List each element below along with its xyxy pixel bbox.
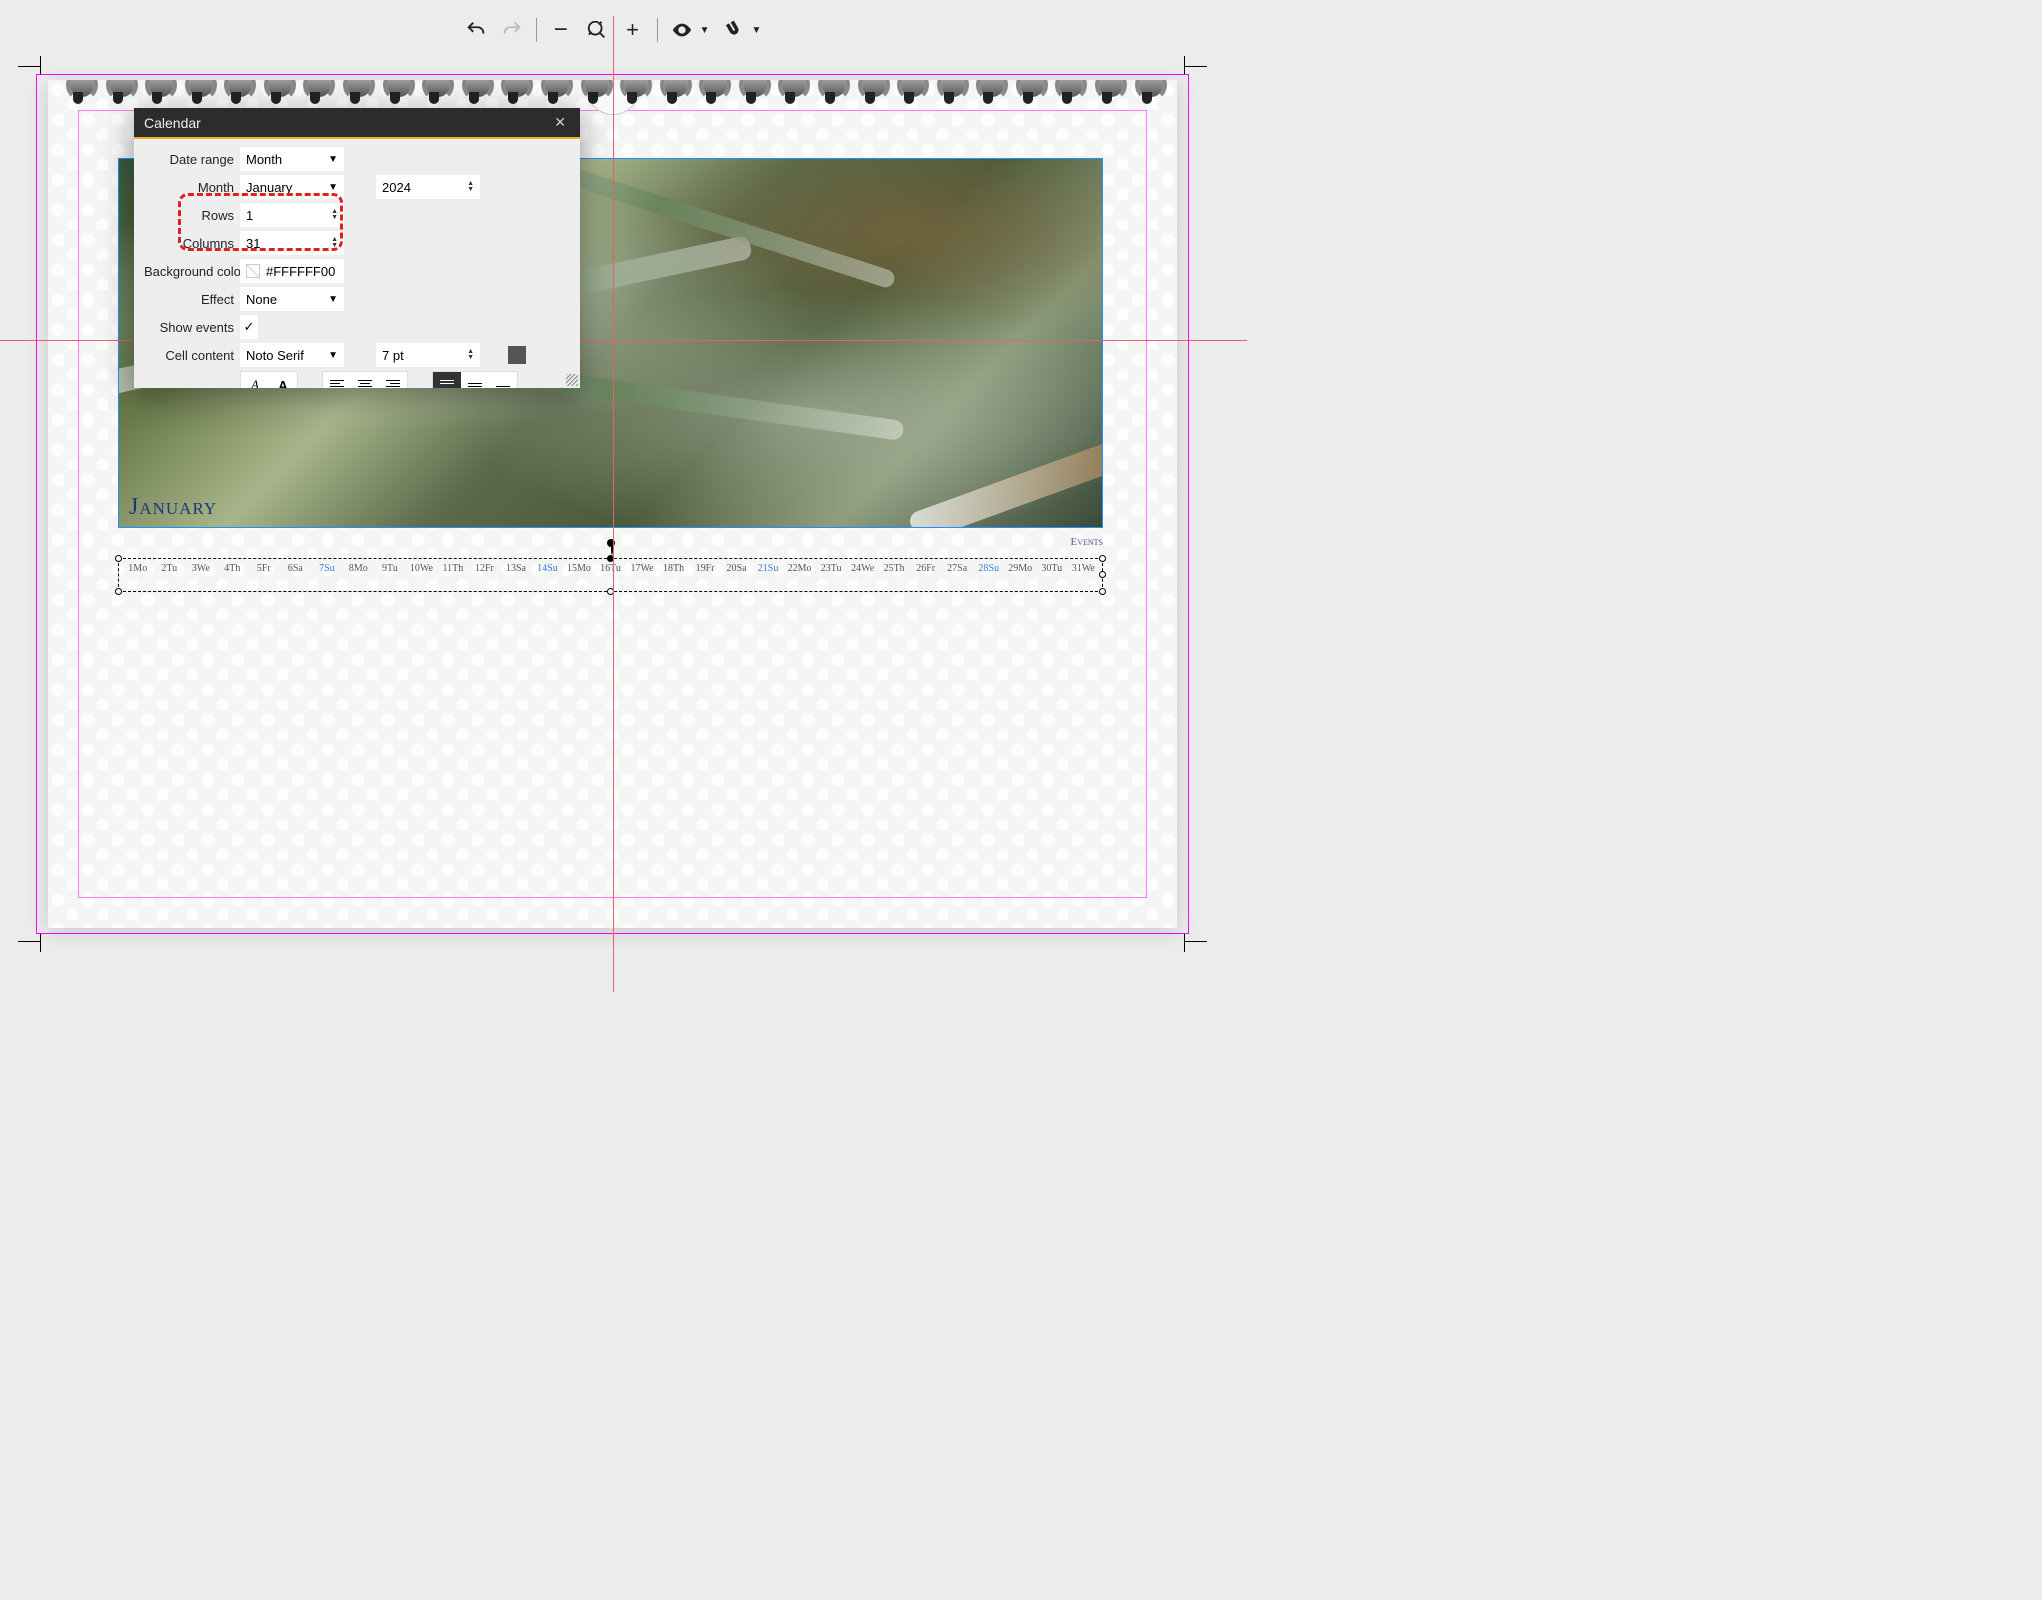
eye-icon[interactable] [670, 18, 694, 42]
calendar-day: 29Mo [1005, 563, 1035, 574]
crop-mark [1184, 56, 1185, 74]
stepper-arrows-icon[interactable]: ▲▼ [467, 349, 474, 361]
chevron-down-icon: ▼ [328, 154, 338, 165]
label-rows: Rows [144, 208, 234, 223]
valign-bottom-button[interactable] [489, 372, 517, 388]
close-icon[interactable]: ✕ [550, 114, 570, 131]
label-cell-content: Cell content [144, 348, 234, 363]
font-size-spinner[interactable]: 7 pt▲▼ [376, 343, 480, 367]
calendar-day: 12Fr [470, 563, 500, 574]
zoom-fit-icon[interactable] [585, 18, 609, 42]
calendar-day: 5Fr [249, 563, 279, 574]
bold-button[interactable]: A [269, 372, 297, 388]
magnet-icon[interactable] [722, 18, 746, 42]
label-date-range: Date range [144, 152, 234, 167]
crop-mark [1184, 934, 1185, 952]
calendar-day: 7Su [312, 563, 342, 574]
crop-mark [18, 941, 40, 942]
crop-mark [1185, 66, 1207, 67]
calendar-day: 25Th [879, 563, 909, 574]
crop-mark [40, 934, 41, 952]
calendar-day: 28Su [974, 563, 1004, 574]
label-columns: Columns [144, 236, 234, 251]
crop-mark [18, 66, 40, 67]
calendar-day: 9Tu [375, 563, 405, 574]
calendar-day: 10We [407, 563, 437, 574]
chevron-down-icon: ▼ [328, 294, 338, 305]
events-label: Events [1071, 536, 1104, 548]
show-events-checkbox[interactable]: ✓ [240, 315, 258, 339]
separator [536, 18, 537, 42]
stepper-arrows-icon[interactable]: ▲▼ [467, 181, 474, 193]
calendar-day: 23Tu [816, 563, 846, 574]
crop-mark [40, 56, 41, 74]
calendar-day: 14Su [533, 563, 563, 574]
calendar-day: 15Mo [564, 563, 594, 574]
calendar-day: 26Fr [911, 563, 941, 574]
chevron-down-icon[interactable]: ▼ [700, 25, 710, 36]
calendar-day: 16Tu [596, 563, 626, 574]
chevron-down-icon: ▼ [328, 182, 338, 193]
calendar-day: 18Th [659, 563, 689, 574]
month-select[interactable]: January▼ [240, 175, 344, 199]
calendar-day: 27Sa [942, 563, 972, 574]
calendar-day: 19Fr [690, 563, 720, 574]
calendar-day: 20Sa [722, 563, 752, 574]
align-left-button[interactable] [323, 372, 351, 388]
label-month: Month [144, 180, 234, 195]
calendar-day: 11Th [438, 563, 468, 574]
calendar-day: 17We [627, 563, 657, 574]
zoom-out-icon[interactable]: − [549, 18, 573, 42]
calendar-strip-frame[interactable]: 1Mo2Tu3We4Th5Fr6Sa7Su8Mo9Tu10We11Th12Fr1… [118, 558, 1103, 592]
calendar-day: 6Sa [281, 563, 311, 574]
columns-spinner[interactable]: 31▲▼ [240, 231, 344, 255]
font-select[interactable]: Noto Serif▼ [240, 343, 344, 367]
align-center-button[interactable] [351, 372, 379, 388]
dialog-body[interactable]: Date range Month▼ Month January▼ 2024▲▼ … [134, 139, 580, 388]
zoom-in-icon[interactable]: + [621, 18, 645, 42]
calendar-day: 2Tu [155, 563, 185, 574]
chevron-down-icon: ▼ [328, 350, 338, 361]
dialog-titlebar[interactable]: Calendar ✕ [134, 108, 580, 139]
label-show-events: Show events [144, 320, 234, 335]
bg-color-input[interactable]: #FFFFFF00 [240, 259, 344, 283]
calendar-dialog[interactable]: Calendar ✕ Date range Month▼ Month Janua… [134, 108, 580, 388]
redo-icon [500, 18, 524, 42]
effect-select[interactable]: None▼ [240, 287, 344, 311]
date-range-select[interactable]: Month▼ [240, 147, 344, 171]
align-right-button[interactable] [379, 372, 407, 388]
rows-spinner[interactable]: 1▲▼ [240, 203, 344, 227]
italic-button[interactable]: A [241, 372, 269, 388]
month-label: January [129, 494, 217, 521]
label-bg-color: Background color [144, 264, 234, 279]
calendar-day: 30Tu [1037, 563, 1067, 574]
chevron-down-icon[interactable]: ▼ [752, 25, 762, 36]
calendar-day: 24We [848, 563, 878, 574]
calendar-day: 21Su [753, 563, 783, 574]
crop-mark [1185, 941, 1207, 942]
dialog-title: Calendar [144, 115, 201, 131]
calendar-day: 22Mo [785, 563, 815, 574]
text-color-swatch[interactable] [508, 346, 526, 364]
undo-icon[interactable] [464, 18, 488, 42]
resize-grip[interactable] [566, 374, 578, 386]
calendar-day: 4Th [218, 563, 248, 574]
calendar-day: 31We [1068, 563, 1098, 574]
font-style-group: A A [240, 371, 298, 388]
valign-middle-button[interactable] [461, 372, 489, 388]
separator [657, 18, 658, 42]
h-align-group [322, 371, 408, 388]
top-toolbar: − + ▼ ▼ [0, 10, 1225, 50]
calendar-day: 1Mo [123, 563, 153, 574]
calendar-day: 3We [186, 563, 216, 574]
label-effect: Effect [144, 292, 234, 307]
year-spinner[interactable]: 2024▲▼ [376, 175, 480, 199]
v-align-group [432, 371, 518, 388]
stepper-arrows-icon[interactable]: ▲▼ [331, 209, 338, 221]
calendar-day: 13Sa [501, 563, 531, 574]
color-swatch [246, 264, 260, 278]
stepper-arrows-icon[interactable]: ▲▼ [331, 237, 338, 249]
valign-top-button[interactable] [433, 372, 461, 388]
calendar-day: 8Mo [344, 563, 374, 574]
